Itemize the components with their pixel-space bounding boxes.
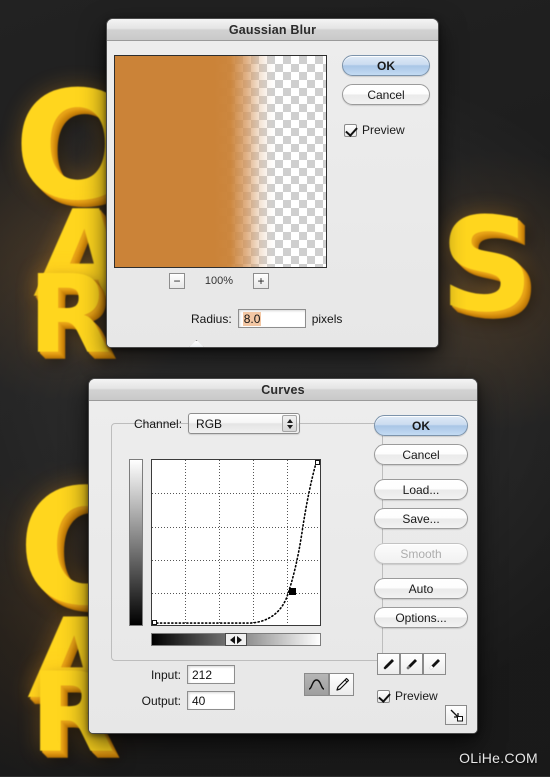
output-value: 40	[192, 693, 206, 708]
channel-label: Channel:	[134, 416, 183, 431]
curves-body: Channel: RGB Input: 212 Output: 40 OK Ca…	[89, 401, 477, 733]
preview-checkbox-label: Preview	[362, 123, 405, 137]
white-point-eyedropper-icon[interactable]	[423, 653, 446, 675]
curve-path	[152, 462, 317, 624]
curve-direction-toggle[interactable]	[225, 633, 247, 646]
output-row: Output: 40	[133, 691, 235, 710]
blur-preview-content	[115, 56, 275, 267]
output-field[interactable]: 40	[187, 691, 235, 710]
radius-input[interactable]: 8.0	[237, 309, 306, 328]
radius-label: Radius:	[191, 311, 232, 326]
channel-value: RGB	[196, 416, 223, 431]
gaussian-blur-title: Gaussian Blur	[228, 22, 317, 37]
chevron-updown-icon[interactable]	[282, 415, 298, 432]
eyedropper-tools	[377, 653, 446, 675]
preview-checkbox[interactable]	[344, 123, 357, 137]
ok-button[interactable]: OK	[374, 415, 468, 436]
curves-titlebar[interactable]: Curves	[89, 379, 477, 401]
smooth-button: Smooth	[374, 543, 468, 564]
curves-title: Curves	[261, 382, 305, 397]
curve-endpoint-white[interactable]	[315, 460, 320, 465]
radius-row: Radius: 8.0 pixels	[191, 309, 342, 328]
save-button[interactable]: Save...	[374, 508, 468, 529]
load-button[interactable]: Load...	[374, 479, 468, 500]
input-value: 212	[192, 667, 213, 682]
blur-preview-thumbnail[interactable]	[114, 55, 327, 268]
radius-units-label: pixels	[311, 311, 343, 326]
preview-zoom-controls: − 100% +	[169, 273, 269, 289]
gaussian-blur-dialog: Gaussian Blur − 100% + Radius: 8.0 pixel…	[106, 18, 439, 348]
input-gradient-bar	[151, 633, 321, 646]
ok-button[interactable]: OK	[342, 55, 430, 76]
auto-button[interactable]: Auto	[374, 578, 468, 599]
preview-checkbox-row[interactable]: Preview	[344, 123, 432, 137]
radius-slider-thumb[interactable]	[189, 340, 204, 347]
curve-edit-tools	[304, 673, 354, 696]
input-label: Input:	[150, 667, 181, 682]
output-label: Output:	[141, 693, 181, 708]
curve-tool-icon[interactable]	[304, 673, 329, 696]
cancel-button[interactable]: Cancel	[374, 444, 468, 465]
zoom-in-button[interactable]: +	[253, 273, 269, 289]
background-glyph: S	[440, 189, 534, 341]
curve-graph[interactable]	[151, 459, 321, 626]
curve-endpoint-black[interactable]	[152, 620, 157, 625]
preview-checkbox-row[interactable]: Preview	[377, 689, 438, 703]
input-field[interactable]: 212	[187, 665, 235, 684]
input-row: Input: 212	[133, 665, 235, 684]
input-output-fields: Input: 212 Output: 40	[133, 665, 235, 717]
pencil-tool-icon[interactable]	[329, 673, 354, 696]
watermark: OLiHe.COM	[459, 750, 538, 766]
cancel-button[interactable]: Cancel	[342, 84, 430, 105]
black-point-eyedropper-icon[interactable]	[377, 653, 400, 675]
options-button[interactable]: Options...	[374, 607, 468, 628]
radius-value: 8.0	[242, 311, 262, 326]
curves-dialog: Curves Channel: RGB Input: 212 Output: 4…	[88, 378, 478, 734]
gray-point-eyedropper-icon[interactable]	[400, 653, 423, 675]
gaussian-blur-body: − 100% + Radius: 8.0 pixels OK Cancel Pr…	[107, 41, 438, 347]
gaussian-blur-titlebar[interactable]: Gaussian Blur	[107, 19, 438, 41]
resize-grip-icon[interactable]	[445, 705, 467, 725]
curve-control-point[interactable]	[289, 588, 296, 595]
curves-button-column: OK Cancel Load... Save... Smooth Auto Op…	[374, 415, 470, 636]
channel-row: Channel: RGB	[134, 413, 301, 434]
zoom-out-button[interactable]: −	[169, 273, 185, 289]
preview-checkbox[interactable]	[377, 689, 390, 703]
zoom-level-label: 100%	[204, 275, 234, 287]
channel-select[interactable]: RGB	[188, 413, 301, 434]
gaussian-blur-button-column: OK Cancel Preview	[342, 55, 432, 137]
output-gradient-bar	[129, 459, 143, 626]
preview-checkbox-label: Preview	[395, 689, 438, 703]
radius-slider[interactable]	[123, 340, 423, 347]
background-glyph: R	[28, 253, 112, 378]
